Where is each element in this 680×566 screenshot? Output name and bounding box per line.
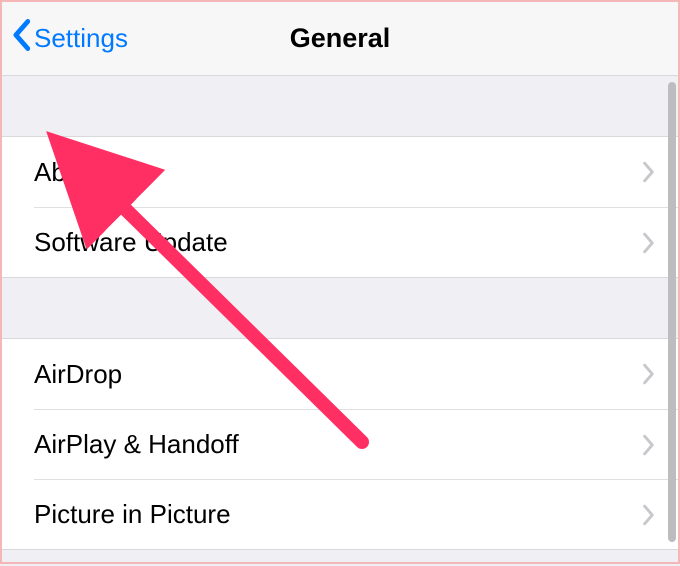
row-airplay-handoff[interactable]: AirPlay & Handoff	[34, 409, 678, 479]
back-label: Settings	[34, 23, 128, 54]
scrollbar[interactable]	[668, 82, 676, 542]
row-label: Picture in Picture	[34, 499, 231, 530]
row-about[interactable]: About	[2, 137, 678, 207]
chevron-right-icon	[642, 161, 656, 183]
row-label: AirPlay & Handoff	[34, 429, 239, 460]
chevron-right-icon	[642, 232, 656, 254]
group-spacer	[2, 76, 678, 136]
row-label: Software Update	[34, 227, 228, 258]
settings-content: About Software Update AirDrop AirPlay & …	[2, 76, 678, 562]
page-title: General	[290, 23, 391, 54]
row-picture-in-picture[interactable]: Picture in Picture	[34, 479, 678, 549]
chevron-right-icon	[642, 363, 656, 385]
chevron-right-icon	[642, 434, 656, 456]
back-button[interactable]: Settings	[10, 2, 128, 75]
row-label: About	[34, 157, 102, 188]
navbar: Settings General	[2, 2, 678, 76]
row-airdrop[interactable]: AirDrop	[2, 339, 678, 409]
group-spacer	[2, 550, 678, 562]
chevron-left-icon	[10, 18, 32, 59]
settings-group: AirDrop AirPlay & Handoff Picture in Pic…	[2, 338, 678, 550]
settings-group: About Software Update	[2, 136, 678, 278]
chevron-right-icon	[642, 504, 656, 526]
row-software-update[interactable]: Software Update	[34, 207, 678, 277]
group-spacer	[2, 278, 678, 338]
row-label: AirDrop	[34, 359, 122, 390]
